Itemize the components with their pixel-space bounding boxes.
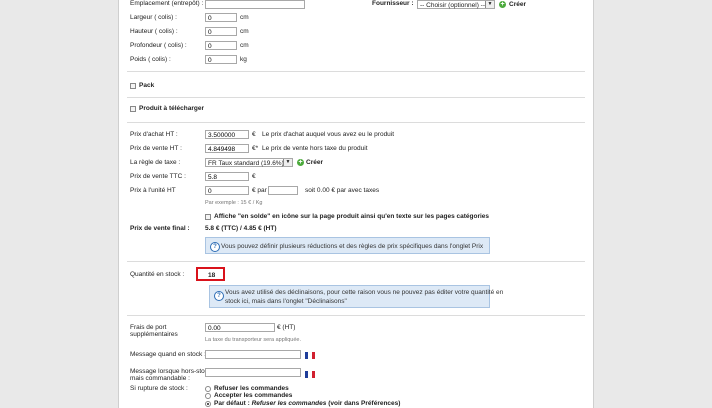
radio-defaut[interactable]: [205, 401, 211, 407]
telecharger-label: Produit à télécharger: [139, 105, 205, 112]
separator: [127, 97, 585, 98]
hauteur-input[interactable]: 0: [205, 27, 237, 36]
pack-checkbox[interactable]: [130, 83, 136, 89]
achat-unit: €: [252, 131, 256, 138]
unite-soit: soit 0.00 € par avec taxes: [305, 187, 380, 194]
separator: [127, 315, 585, 316]
unite-hint: Par exemple : 15 € / Kg: [205, 200, 263, 206]
unite-par: € par: [252, 187, 267, 194]
profondeur-label: Profondeur ( colis) :: [130, 42, 187, 49]
chevron-down-icon: ▼: [283, 159, 292, 166]
opt-refuser-label: Refuser les commandes: [214, 385, 289, 392]
opt-defaut-label: Par défaut : Refuser les commandes (voir…: [214, 400, 400, 407]
msg-hors-label-1: Message lorsque hors-stock: [130, 368, 212, 375]
largeur-unit: cm: [240, 14, 249, 21]
add-icon[interactable]: +: [297, 159, 304, 166]
fournisseur-label: Fournisseur :: [372, 0, 414, 7]
msg-hors-label-2: mais commandable :: [130, 375, 190, 382]
fournisseur-creer-link[interactable]: Créer: [509, 1, 526, 8]
largeur-label: Largeur ( colis) :: [130, 14, 177, 21]
opt-defaut-italic: Refuser les commandes: [251, 400, 327, 407]
frais-hint: La taxe du transporteur sera appliquée.: [205, 337, 302, 343]
product-form-panel: [118, 0, 594, 408]
frais-label-1: Frais de port: [130, 324, 167, 331]
taxe-label: La règle de taxe :: [130, 159, 181, 166]
ttc-label: Prix de vente TTC :: [130, 173, 186, 180]
vente-label: Prix de vente HT :: [130, 145, 182, 152]
final-label: Prix de vente final :: [130, 225, 190, 232]
vente-input[interactable]: 4.849498: [205, 144, 249, 153]
separator: [127, 71, 585, 72]
achat-input[interactable]: 3.500000: [205, 130, 249, 139]
add-icon[interactable]: +: [499, 1, 506, 8]
emplacement-input[interactable]: [205, 0, 305, 9]
opt-defaut-suffix: (voir dans Préférences): [328, 400, 401, 407]
help-icon: ?: [214, 291, 224, 301]
unite-input[interactable]: 0: [205, 186, 249, 195]
opt-accepter-label: Accepter les commandes: [214, 392, 293, 399]
solde-checkbox[interactable]: [205, 214, 211, 220]
hauteur-unit: cm: [240, 28, 249, 35]
vente-desc: Le prix de vente hors taxe du produit: [262, 145, 368, 152]
rupture-label: Si rupture de stock :: [130, 385, 188, 392]
opt-defaut-prefix: Par défaut :: [214, 400, 250, 407]
fournisseur-select[interactable]: -- Choisir (optionnel) -- ▼: [417, 0, 495, 9]
separator: [127, 122, 585, 123]
profondeur-unit: cm: [240, 42, 249, 49]
quantite-highlight: 18: [196, 267, 225, 281]
unite-par-input[interactable]: [268, 186, 298, 195]
largeur-input[interactable]: 0: [205, 13, 237, 22]
stock-info-line2: stock ici, mais dans l'onglet "Déclinais…: [225, 298, 347, 305]
telecharger-checkbox[interactable]: [130, 106, 136, 112]
emplacement-label: Emplacement (entrepôt) :: [130, 0, 204, 7]
msg-hors-input[interactable]: [205, 368, 301, 377]
stock-info-box: ? Vous avez utilisé des déclinaisons, po…: [209, 285, 503, 308]
ttc-input[interactable]: 5.8: [205, 172, 249, 181]
separator: [127, 261, 585, 262]
frais-input[interactable]: 0.00: [205, 323, 275, 332]
flag-fr-icon[interactable]: [305, 371, 315, 378]
vente-unit: €*: [252, 145, 259, 152]
chevron-down-icon: ▼: [485, 1, 494, 8]
achat-desc: Le prix d'achat auquel vous avez eu le p…: [262, 131, 395, 138]
quantite-label: Quantité en stock :: [130, 271, 185, 278]
pack-label: Pack: [139, 82, 155, 89]
poids-unit: kg: [240, 56, 247, 63]
taxe-creer-link[interactable]: Créer: [306, 159, 323, 166]
price-info-box: ? Vous pouvez définir plusieurs réductio…: [205, 237, 490, 254]
msg-stock-input[interactable]: [205, 350, 301, 359]
help-icon: ?: [210, 242, 220, 252]
frais-label-2: supplémentaires: [130, 331, 178, 338]
poids-label: Poids ( colis) :: [130, 56, 171, 63]
taxe-selected: FR Taux standard (19.6%): [208, 160, 284, 167]
frais-unit: € (HT): [277, 324, 296, 331]
flag-fr-icon[interactable]: [305, 352, 315, 359]
ttc-unit: €: [252, 173, 256, 180]
fournisseur-selected: -- Choisir (optionnel) --: [420, 2, 486, 9]
quantite-value: 18: [208, 272, 216, 279]
msg-stock-label: Message quand en stock :: [130, 351, 206, 358]
profondeur-input[interactable]: 0: [205, 41, 237, 50]
radio-refuser[interactable]: [205, 386, 211, 392]
price-info-text: Vous pouvez définir plusieurs réductions…: [221, 243, 484, 250]
hauteur-label: Hauteur ( colis) :: [130, 28, 178, 35]
solde-label: Affiche "en solde" en icône sur la page …: [214, 213, 490, 220]
achat-label: Prix d'achat HT :: [130, 131, 178, 138]
radio-accepter[interactable]: [205, 393, 211, 399]
taxe-select[interactable]: FR Taux standard (19.6%) ▼: [205, 158, 293, 167]
final-value: 5.8 € (TTC) / 4.85 € (HT): [205, 225, 277, 232]
poids-input[interactable]: 0: [205, 55, 237, 64]
unite-label: Prix à l'unité HT: [130, 187, 176, 194]
stock-info-line1: Vous avez utilisé des déclinaisons, pour…: [225, 289, 504, 296]
